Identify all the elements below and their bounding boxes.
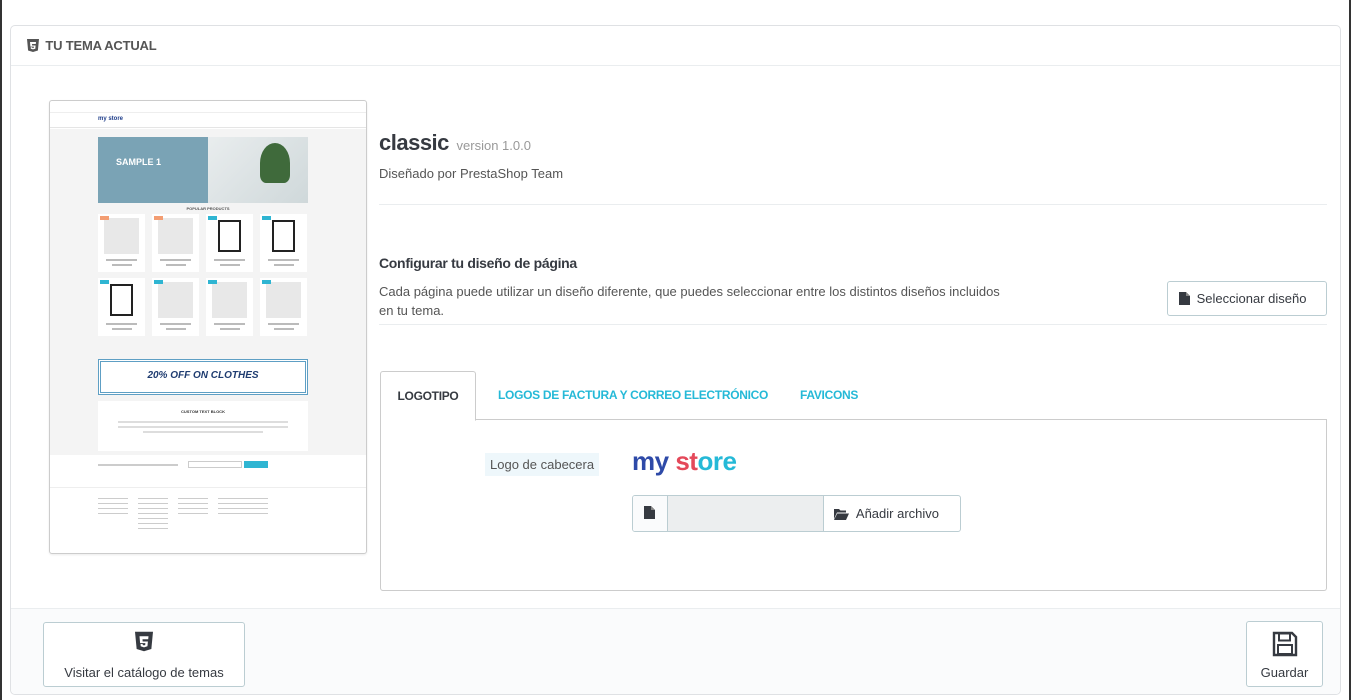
header-logo-image: my store [632, 446, 737, 477]
tab-logotipo[interactable]: LOGOTIPO [380, 371, 476, 421]
preview-logo: my store [98, 116, 124, 122]
tab-favicons[interactable]: FAVICONS [800, 371, 858, 421]
preview-custom-text-block: CUSTOM TEXT BLOCK [98, 401, 308, 451]
preview-hero-text: SAMPLE 1 [116, 157, 162, 167]
panel-footer: Visitar el catálogo de temas Guardar [11, 608, 1340, 694]
logo-word-store-b: ore [697, 446, 737, 476]
layout-config-description: Cada página puede utilizar un diseño dif… [379, 284, 1000, 318]
preview-hero-plant [260, 143, 290, 183]
file-icon [1179, 292, 1190, 305]
tab-pane-logotipo: Logo de cabecera my store Añadir archivo [380, 420, 1327, 591]
theme-version: version 1.0.0 [456, 138, 531, 153]
file-icon [644, 506, 655, 519]
preview-product [152, 214, 199, 272]
visit-theme-catalog-label: Visitar el catálogo de temas [64, 665, 224, 680]
folder-open-icon [834, 509, 849, 520]
save-label: Guardar [1260, 665, 1309, 680]
logo-word-store-a: st [675, 446, 698, 476]
html5-icon [135, 631, 153, 652]
preview-custom-text-title: CUSTOM TEXT BLOCK [181, 409, 225, 414]
current-theme-panel: TU TEMA ACTUAL my store SAMPLE 1 POPULAR… [10, 25, 1341, 695]
theme-name: classic [379, 130, 449, 155]
logo-word-my: my [632, 446, 669, 476]
preview-product [98, 278, 145, 336]
visit-theme-catalog-button[interactable]: Visitar el catálogo de temas [43, 622, 245, 687]
preview-product [152, 278, 199, 336]
panel-heading: TU TEMA ACTUAL [11, 26, 1340, 66]
layout-config-title: Configurar tu diseño de página [379, 255, 577, 271]
add-file-label: Añadir archivo [855, 506, 940, 521]
add-file-button[interactable]: Añadir archivo [825, 496, 960, 531]
file-addon [633, 496, 668, 531]
preview-banner: 20% OFF ON CLOTHES [98, 359, 308, 395]
preview-banner-text: 20% OFF ON CLOTHES [147, 370, 259, 381]
divider [379, 324, 1327, 325]
preview-hero: SAMPLE 1 [98, 137, 308, 203]
tab-invoice-email-logos[interactable]: LOGOS DE FACTURA Y CORREO ELECTRÓNICO [498, 371, 768, 421]
preview-section-title: POPULAR PRODUCTS [186, 206, 230, 211]
file-name-input[interactable] [668, 496, 824, 531]
divider [379, 204, 1327, 205]
preview-topbar [50, 101, 366, 113]
theme-author: Diseñado por PrestaShop Team [379, 166, 564, 181]
preview-product [206, 278, 253, 336]
select-layout-button[interactable]: Seleccionar diseño [1167, 281, 1327, 316]
window-frame-left [0, 0, 2, 700]
preview-product [260, 214, 307, 272]
logo-file-upload: Añadir archivo [632, 495, 961, 532]
panel-title: TU TEMA ACTUAL [45, 38, 157, 53]
preview-hero-photo [208, 137, 308, 203]
select-layout-label: Seleccionar diseño [1196, 291, 1307, 306]
save-icon [1272, 631, 1298, 657]
preview-product [206, 214, 253, 272]
preview-product [98, 214, 145, 272]
preview-product [260, 278, 307, 336]
theme-preview-image: my store SAMPLE 1 POPULAR PRODUCTS 20% O… [49, 100, 367, 554]
logo-tabs: LOGOTIPO LOGOS DE FACTURA Y CORREO ELECT… [380, 371, 1327, 591]
header-logo-label: Logo de cabecera [485, 453, 600, 476]
preview-newsletter [98, 461, 308, 471]
preview-footer [50, 487, 366, 553]
theme-title: classic version 1.0.0 [379, 130, 531, 156]
save-button[interactable]: Guardar [1246, 621, 1323, 687]
html5-icon [27, 39, 39, 52]
